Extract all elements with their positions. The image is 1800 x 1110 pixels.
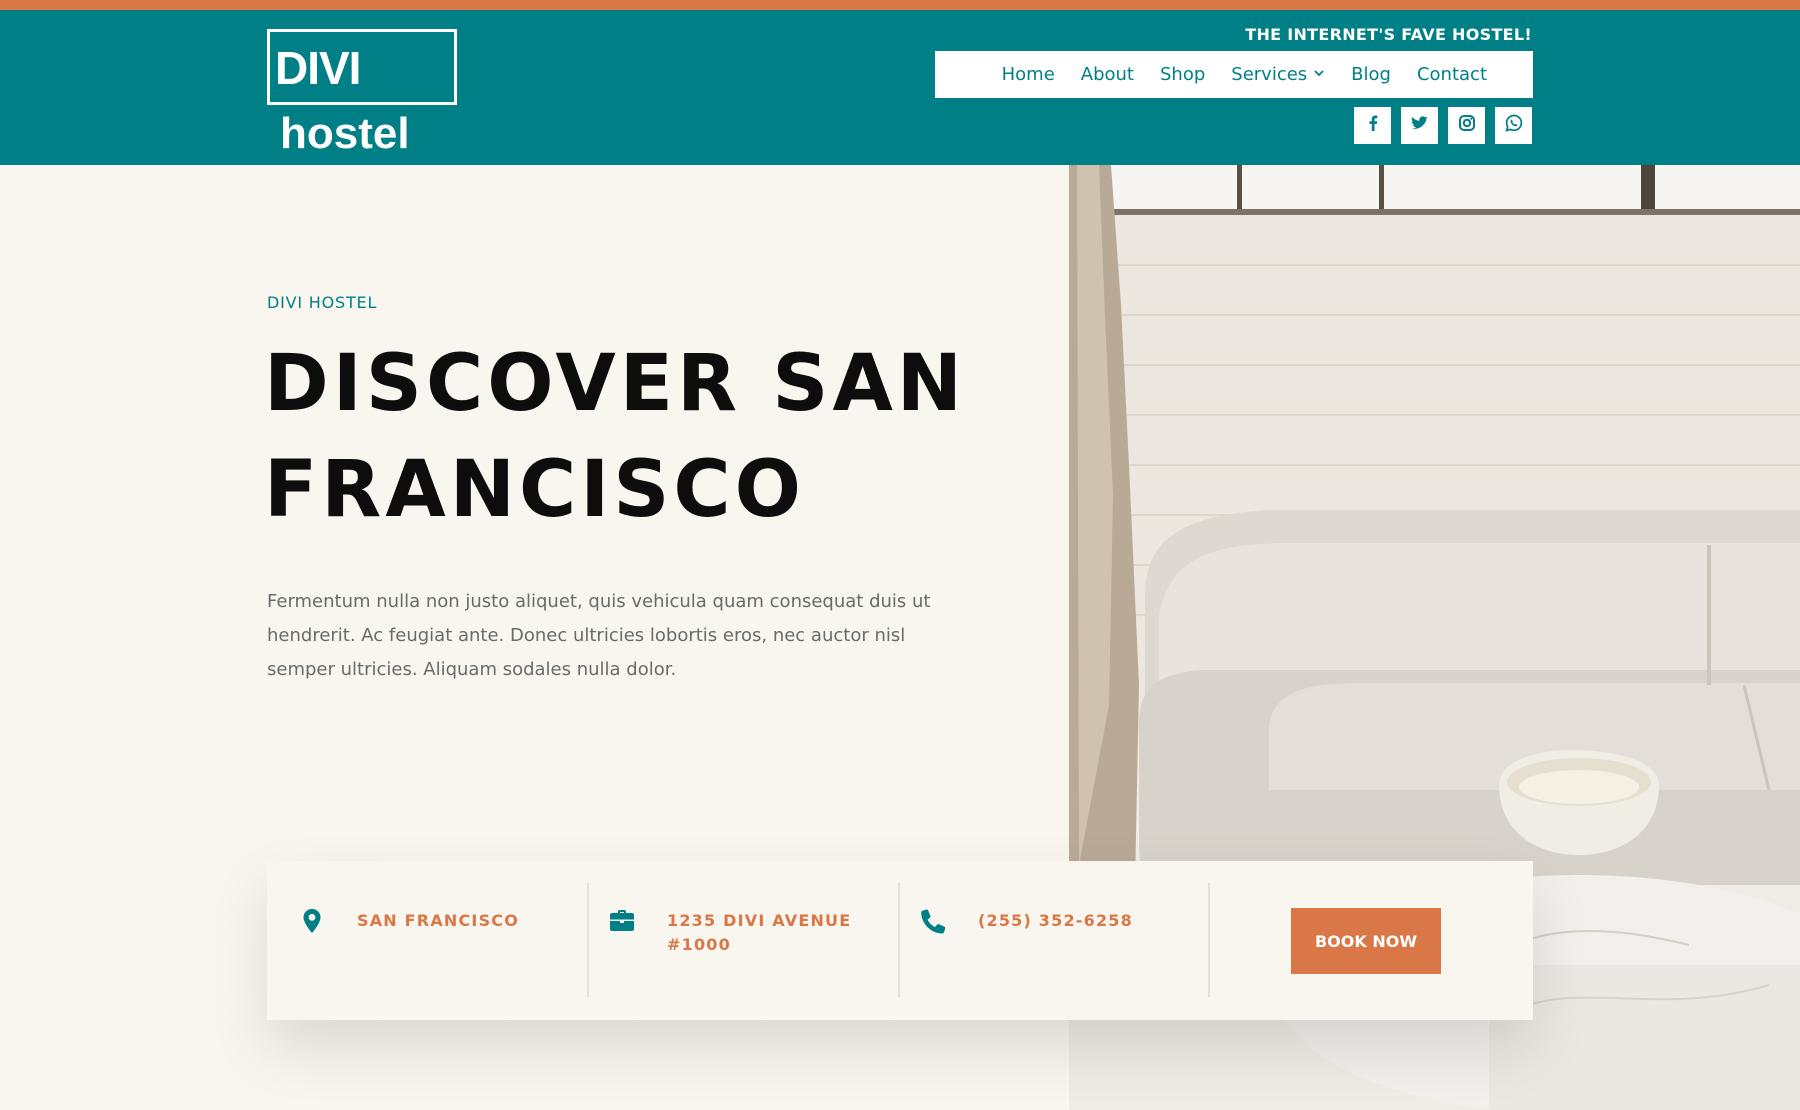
phone-icon: [918, 906, 948, 936]
header-tagline: THE INTERNET'S FAVE HOSTEL!: [1245, 25, 1532, 44]
main-nav: Home About Shop Services Blog Contact: [935, 51, 1533, 98]
nav-home[interactable]: Home: [1002, 64, 1055, 85]
nav-blog[interactable]: Blog: [1351, 64, 1391, 85]
top-accent-stripe: [0, 0, 1800, 10]
nav-about[interactable]: About: [1081, 64, 1134, 85]
instagram-icon: [1457, 113, 1477, 138]
info-phone-line1: (255) 352-6258: [978, 911, 1133, 930]
info-address: 1235 DIVI AVENUE #1000: [577, 861, 887, 1020]
whatsapp-icon: [1504, 113, 1524, 138]
site-header: DIVI hostel THE INTERNET'S FAVE HOSTEL! …: [0, 10, 1800, 165]
hero-title-line1: DISCOVER SAN: [264, 339, 967, 429]
nav-home-label: Home: [1001, 64, 1055, 85]
twitter-icon: [1410, 113, 1430, 138]
nav-contact[interactable]: Contact: [1417, 64, 1487, 85]
hero-eyebrow: DIVI HOSTEL: [267, 293, 378, 312]
nav-services-label: Services: [1231, 64, 1308, 85]
facebook-icon: [1363, 113, 1383, 138]
hero-description: Fermentum nulla non justo aliquet, quis …: [267, 591, 931, 680]
nav-shop-label: Shop: [1159, 64, 1206, 85]
info-address-text: 1235 DIVI AVENUE #1000: [667, 909, 857, 957]
book-now-button[interactable]: BOOK NOW: [1291, 908, 1441, 974]
info-phone: (255) 352-6258: [888, 861, 1198, 1020]
hero-title: DISCOVER SAN FRANCISCO: [264, 331, 1024, 543]
facebook-link[interactable]: [1354, 107, 1391, 144]
info-location: SAN FRANCISCO: [267, 861, 577, 1020]
info-location-text: SAN FRANCISCO: [357, 909, 547, 933]
logo-text-top: DIVI: [275, 42, 361, 94]
whatsapp-link[interactable]: [1495, 107, 1532, 144]
info-address-line2: #1000: [667, 935, 731, 954]
nav-services[interactable]: Services: [1231, 64, 1325, 85]
instagram-link[interactable]: [1448, 107, 1485, 144]
nav-blog-label: Blog: [1351, 64, 1391, 85]
hero-title-line2: FRANCISCO: [264, 445, 805, 535]
info-address-line1: 1235 DIVI AVENUE: [667, 911, 852, 930]
briefcase-icon: [607, 906, 637, 936]
social-links: [1354, 107, 1532, 144]
map-pin-icon: [297, 906, 327, 936]
info-divider: [1208, 883, 1210, 997]
info-bar: SAN FRANCISCO 1235 DIVI AVENUE #1000 (25…: [267, 861, 1533, 1020]
twitter-link[interactable]: [1401, 107, 1438, 144]
nav-shop[interactable]: Shop: [1160, 64, 1205, 85]
info-phone-text[interactable]: (255) 352-6258: [978, 909, 1168, 933]
nav-contact-label: Contact: [1416, 64, 1487, 85]
logo-text-bottom: hostel: [280, 109, 410, 158]
nav-about-label: About: [1080, 64, 1134, 85]
site-logo[interactable]: DIVI hostel: [267, 29, 457, 161]
chevron-down-icon: [1313, 67, 1325, 82]
info-location-line1: SAN FRANCISCO: [357, 911, 520, 930]
